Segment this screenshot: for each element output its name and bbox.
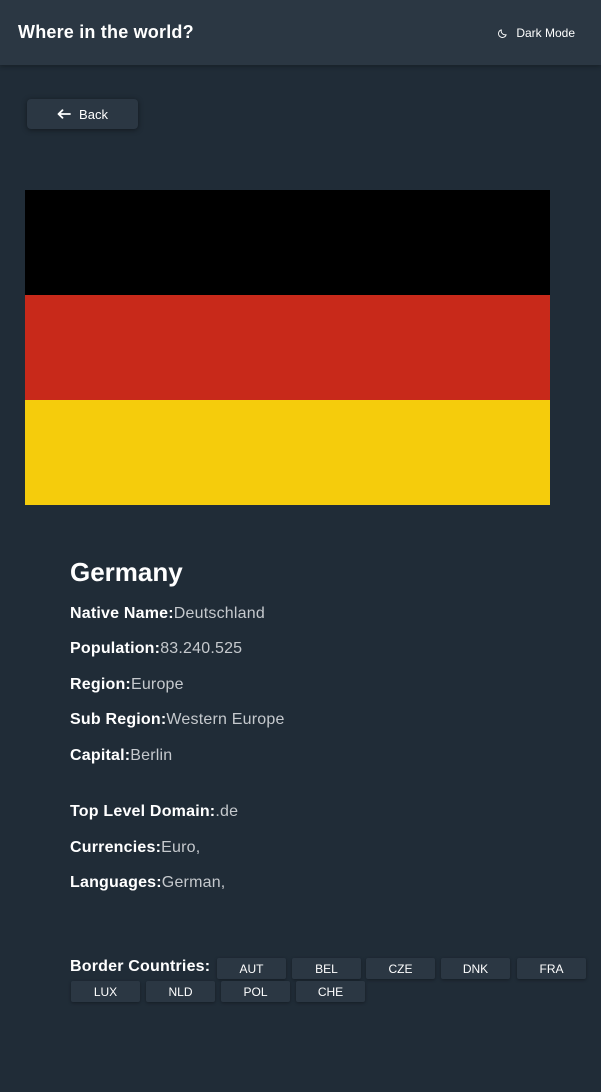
border-country-chip[interactable]: NLD	[146, 981, 215, 1002]
currencies-label: Currencies:	[70, 839, 162, 856]
flag-stripe-gold	[25, 400, 550, 505]
border-country-chip[interactable]: AUT	[217, 958, 286, 979]
dark-mode-label: Dark Mode	[516, 26, 575, 40]
border-country-chip[interactable]: CZE	[366, 958, 435, 979]
capital-row: Capital:Berlin	[70, 747, 172, 765]
tld-value: .de	[215, 803, 239, 820]
back-button-label: Back	[79, 106, 108, 122]
flag-stripe-black	[25, 190, 550, 295]
subregion-value: Western Europe	[166, 711, 285, 728]
border-countries-label: Border Countries:	[70, 958, 211, 975]
border-country-chip[interactable]: CHE	[296, 981, 365, 1002]
app-title: Where in the world?	[18, 22, 194, 42]
native-name-value: Deutschland	[173, 605, 265, 622]
currencies-row: Currencies:Euro,	[70, 839, 200, 857]
capital-label: Capital:	[70, 747, 131, 764]
population-label: Population:	[70, 640, 161, 657]
languages-row: Languages:German,	[70, 874, 225, 892]
dark-mode-toggle[interactable]: Dark Mode	[497, 26, 575, 40]
moon-icon	[498, 28, 507, 38]
border-country-chip[interactable]: POL	[221, 981, 290, 1002]
flag-stripe-red	[25, 295, 550, 400]
currencies-value: Euro,	[161, 839, 201, 856]
country-flag	[25, 190, 550, 505]
languages-value: German,	[161, 874, 226, 891]
back-button[interactable]: Back	[27, 99, 138, 129]
app-header: Where in the world? Dark Mode	[0, 0, 601, 65]
country-name: Germany	[70, 557, 183, 587]
arrow-left-icon	[57, 109, 71, 119]
subregion-label: Sub Region:	[70, 711, 167, 728]
region-label: Region:	[70, 676, 131, 693]
border-country-chip[interactable]: LUX	[71, 981, 140, 1002]
capital-value: Berlin	[130, 747, 173, 764]
border-country-chip[interactable]: BEL	[292, 958, 361, 979]
region-row: Region:Europe	[70, 676, 184, 694]
native-name-row: Native Name:Deutschland	[70, 605, 265, 623]
native-name-label: Native Name:	[70, 605, 174, 622]
subregion-row: Sub Region:Western Europe	[70, 711, 285, 729]
tld-label: Top Level Domain:	[70, 803, 216, 820]
region-value: Europe	[130, 676, 184, 693]
population-value: 83.240.525	[160, 640, 243, 657]
border-country-chip[interactable]: FRA	[517, 958, 586, 979]
languages-label: Languages:	[70, 874, 162, 891]
tld-row: Top Level Domain:.de	[70, 803, 238, 821]
population-row: Population:83.240.525	[70, 640, 242, 658]
border-country-chip[interactable]: DNK	[441, 958, 510, 979]
